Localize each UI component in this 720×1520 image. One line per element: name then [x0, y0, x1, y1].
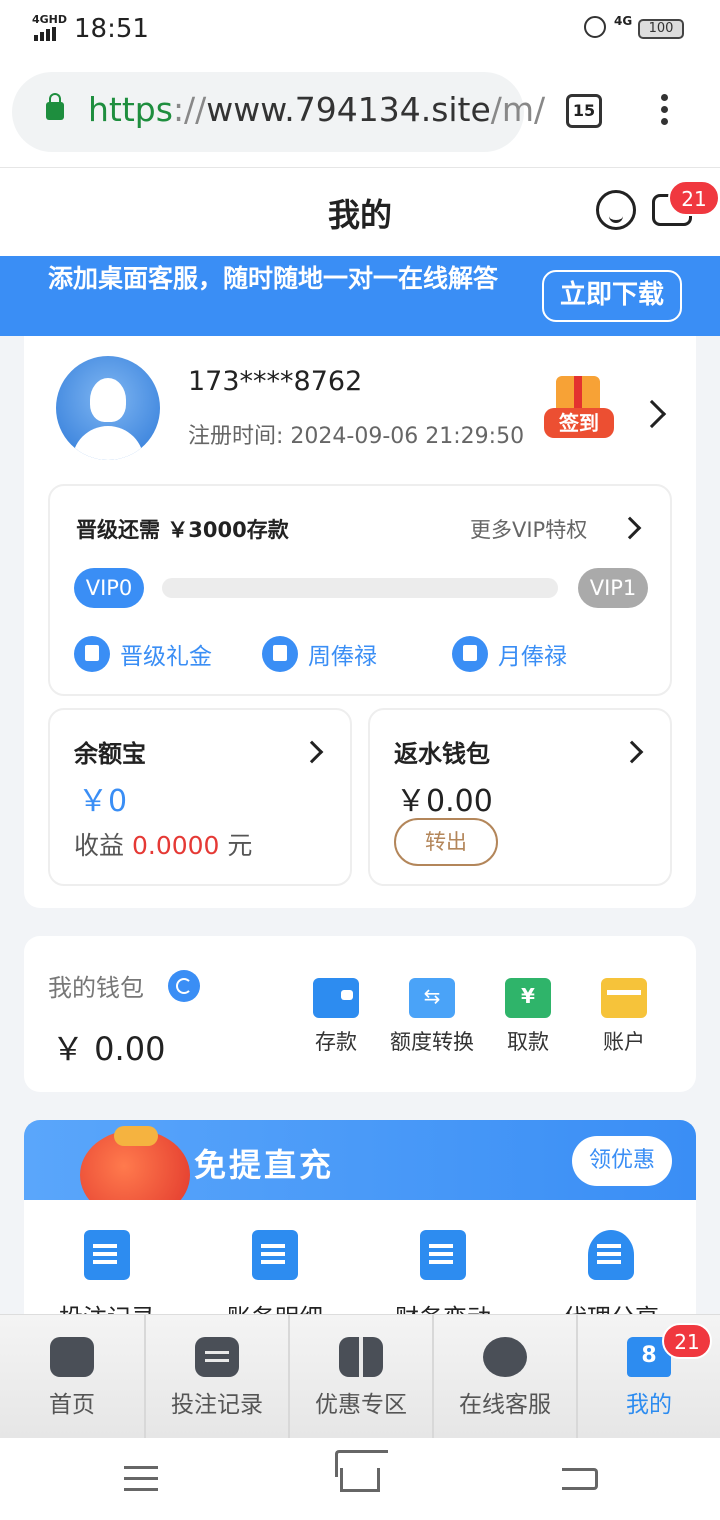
refresh-icon[interactable] [168, 970, 200, 1002]
profile-chevron-icon[interactable] [637, 399, 667, 429]
yuebao-chevron-icon [300, 740, 324, 764]
wallet-deposit-icon [313, 978, 359, 1018]
rebate-wallet-card[interactable]: 返水钱包 ￥0.00 转出 [368, 708, 672, 886]
agent-share-item[interactable]: 代理分享 [536, 1230, 686, 1320]
lucky-bag-icon [80, 1126, 190, 1200]
back-icon[interactable] [562, 1468, 598, 1490]
wallet-card: 我的钱包 ￥ 0.00 存款 额度转换 取款 账户 [24, 936, 696, 1092]
nav-bet-records-label: 投注记录 [171, 1392, 263, 1418]
more-menu-icon[interactable] [656, 94, 672, 130]
promo-banner: 免提直充 领优惠 [24, 1120, 696, 1200]
banner-text: 添加桌面客服，随时随地一对一在线解答 [48, 264, 499, 293]
register-time: 注册时间: 2024-09-06 21:29:50 [188, 424, 525, 449]
customer-service-icon[interactable] [596, 190, 636, 230]
url-text[interactable]: https://www.794134.site/m/ [88, 90, 545, 129]
lock-icon [46, 93, 64, 120]
bet-records-item[interactable]: 投注记录 [32, 1230, 182, 1320]
nav-home[interactable]: 首页 [0, 1315, 144, 1439]
rebate-title: 返水钱包 [394, 740, 490, 768]
profile-card: 173****8762 注册时间: 2024-09-06 21:29:50 签到… [24, 336, 696, 908]
home-icon[interactable] [340, 1468, 380, 1492]
perk-promotion-bonus[interactable]: 晋级礼金 [74, 636, 212, 672]
user-phone: 173****8762 [188, 366, 363, 397]
vip-more-link[interactable]: 更多VIP特权 [470, 514, 587, 544]
vip-more-chevron-icon[interactable] [618, 516, 642, 540]
nav-home-label: 首页 [49, 1392, 95, 1418]
account-button[interactable]: 账户 [574, 978, 674, 1056]
clock: 18:51 [74, 14, 149, 44]
nav-online-service[interactable]: 在线客服 [432, 1315, 576, 1439]
nav-mine-label: 我的 [626, 1392, 672, 1418]
yuebao-card[interactable]: 余额宝 ￥0 收益 0.0000 元 [48, 708, 352, 886]
upgrade-arrow-icon [74, 636, 110, 672]
yuebao-earnings: 收益 0.0000 元 [74, 831, 253, 860]
system-navigation [0, 1438, 720, 1520]
wallet-title: 我的钱包 [48, 974, 144, 1002]
gift-box-icon [339, 1337, 383, 1377]
account-details-item[interactable]: 账务明细 [200, 1230, 350, 1320]
yuebao-title: 余额宝 [74, 740, 146, 768]
avatar[interactable] [56, 356, 160, 460]
rebate-chevron-icon [620, 740, 644, 764]
status-bar: 4GHD 18:51 4G 100 [0, 0, 720, 60]
recent-apps-icon[interactable] [124, 1466, 158, 1499]
transfer-button[interactable]: 额度转换 [382, 978, 482, 1056]
gamepad-icon [50, 1337, 94, 1377]
message-badge: 21 [668, 180, 720, 216]
deposit-button[interactable]: 存款 [286, 978, 386, 1056]
browser-toolbar: https://www.794134.site/m/ 15 [0, 60, 720, 168]
records-grid: 投注记录 账务明细 财务变动 代理分享 [24, 1200, 696, 1320]
vip-panel: 晋级还需 ￥3000存款 更多VIP特权 VIP0 VIP1 晋级礼金 周俸禄 … [48, 484, 672, 696]
nav-bet-records[interactable]: 投注记录 [144, 1315, 288, 1439]
download-banner: 添加桌面客服，随时随地一对一在线解答 立即下载 [0, 256, 720, 336]
address-bar[interactable]: https://www.794134.site/m/ [12, 72, 545, 152]
document-icon [84, 1230, 130, 1280]
nav-online-service-label: 在线客服 [459, 1392, 551, 1418]
signin-label: 签到 [544, 408, 614, 438]
signal-icon [34, 27, 56, 41]
battery-icon: 100 [638, 19, 684, 39]
finance-changes-item[interactable]: 财务变动 [368, 1230, 518, 1320]
money-bag-icon [452, 636, 488, 672]
yuebao-balance: ￥0 [78, 784, 128, 819]
alarm-icon [584, 16, 606, 38]
bottom-navigation: 首页 投注记录 优惠专区 在线客服 我的 21 [0, 1314, 720, 1439]
promo-title: 免提直充 [194, 1146, 335, 1184]
vip-next-badge: VIP1 [578, 568, 648, 608]
vip-current-badge: VIP0 [74, 568, 144, 608]
withdraw-icon [505, 978, 551, 1018]
withdraw-button[interactable]: 取款 [478, 978, 578, 1056]
claim-offer-button[interactable]: 领优惠 [572, 1136, 672, 1186]
nav-mine-badge: 21 [662, 1323, 712, 1359]
perk-weekly-salary[interactable]: 周俸禄 [262, 636, 377, 672]
nav-promotions[interactable]: 优惠专区 [288, 1315, 432, 1439]
page-header: 我的 21 [0, 168, 720, 256]
nav-promotions-label: 优惠专区 [315, 1392, 407, 1418]
agent-user-icon [588, 1230, 634, 1280]
calendar-icon [420, 1230, 466, 1280]
network-type-right: 4G [614, 14, 633, 28]
wallet-balance: ￥ 0.00 [52, 1030, 166, 1068]
vip-requirement: 晋级还需 ￥3000存款 [76, 518, 289, 542]
clipboard-icon [262, 636, 298, 672]
transfer-document-icon [252, 1230, 298, 1280]
transfer-icon [409, 978, 455, 1018]
phone-chat-icon [483, 1337, 527, 1377]
card-account-icon [601, 978, 647, 1018]
signin-button[interactable]: 签到 [544, 376, 614, 444]
clipboard-edit-icon [195, 1337, 239, 1377]
tab-switcher-button[interactable]: 15 [566, 94, 602, 128]
download-button[interactable]: 立即下载 [542, 270, 682, 322]
transfer-out-button[interactable]: 转出 [394, 818, 498, 866]
vip-progress-bar [162, 578, 558, 598]
network-type: 4GHD [32, 13, 68, 26]
perk-monthly-salary[interactable]: 月俸禄 [452, 636, 567, 672]
rebate-balance: ￥0.00 [396, 784, 493, 819]
